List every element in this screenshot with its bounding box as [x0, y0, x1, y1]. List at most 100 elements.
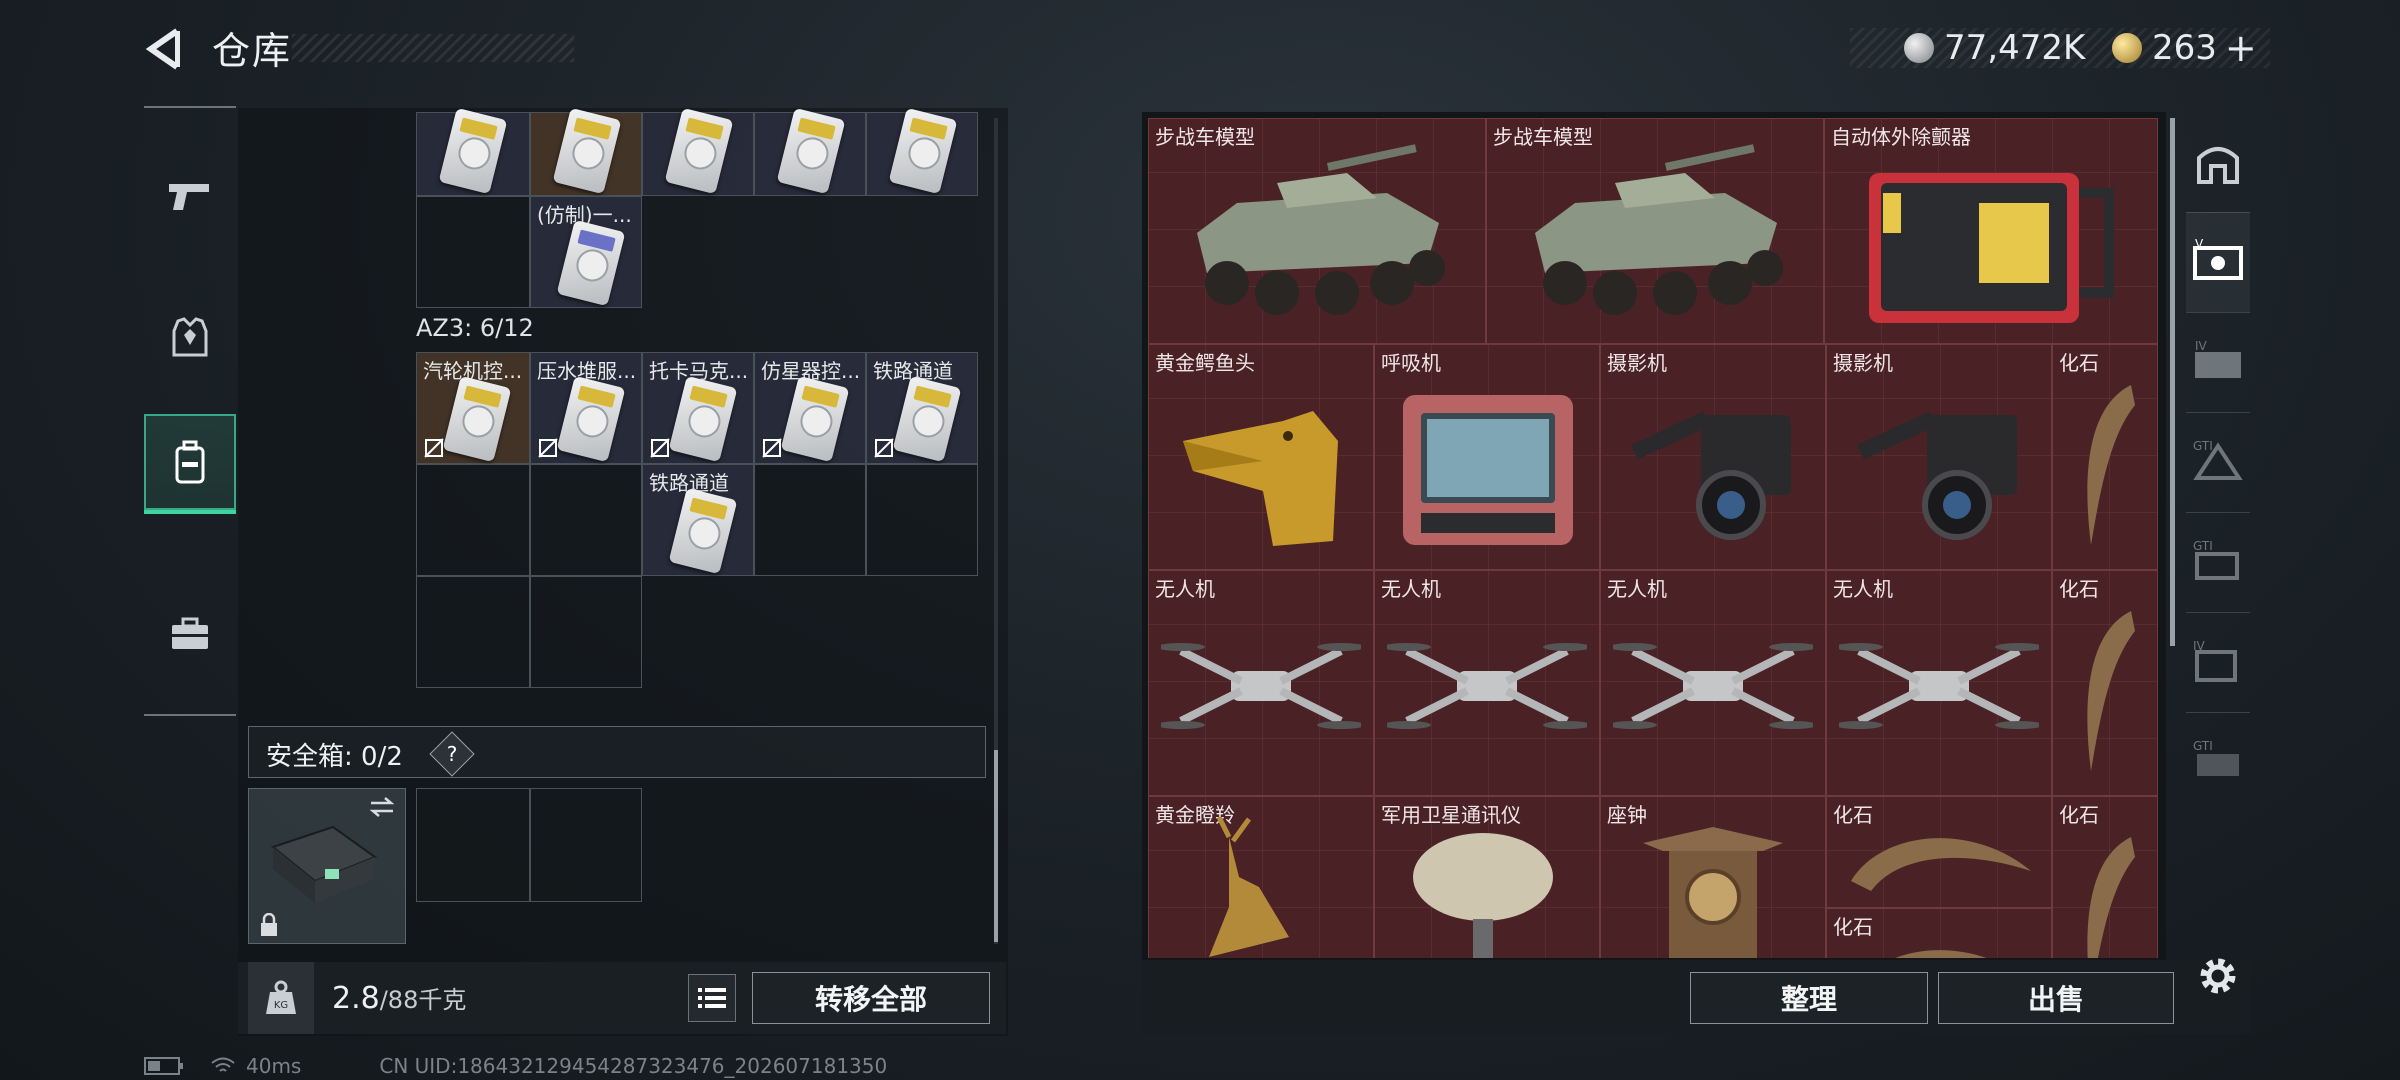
nav-backpack[interactable]	[144, 414, 236, 514]
warehouse-tab-2-icon: IV	[2195, 339, 2241, 378]
drone-icon	[1613, 643, 1813, 729]
keycard-icon	[668, 487, 738, 575]
warehouse-item[interactable]: 化石	[1826, 908, 2052, 958]
inventory-scrollbar[interactable]	[994, 118, 998, 944]
inventory-slot[interactable]	[866, 107, 978, 196]
empty-slot[interactable]	[754, 464, 866, 576]
inventory-slot[interactable]: 压水堆服...	[530, 352, 642, 464]
inventory-slot[interactable]: 仿星器控...	[754, 352, 866, 464]
weight-kg-icon: KG	[266, 980, 296, 1014]
empty-slot[interactable]	[416, 196, 530, 308]
inventory-slot[interactable]: (仿制)一...	[530, 196, 642, 308]
gold-amount: 263	[2152, 28, 2217, 68]
wifi-icon	[211, 1057, 235, 1072]
warehouse-item[interactable]: 无人机	[1374, 570, 1600, 796]
gold-currency[interactable]: 263 +	[2112, 26, 2257, 70]
nav-warehouse-4[interactable]: GTI	[2186, 512, 2250, 613]
warehouse-item[interactable]: 化石	[2052, 344, 2158, 570]
warehouse-item[interactable]: 步战车模型	[1486, 118, 1824, 344]
warehouse-item[interactable]: 化石	[2052, 796, 2158, 958]
transfer-all-button[interactable]: 转移全部	[752, 972, 990, 1024]
drone-icon	[1839, 643, 2039, 729]
list-view-button[interactable]	[688, 974, 736, 1022]
nav-armor[interactable]	[144, 290, 236, 386]
warehouse-item[interactable]: 化石	[1826, 796, 2052, 908]
inventory-slot[interactable]: 汽轮机控...	[416, 352, 530, 464]
warehouse-item[interactable]: 无人机	[1826, 570, 2052, 796]
inventory-slot[interactable]: 铁路通道	[642, 464, 754, 576]
inventory-slot[interactable]	[642, 107, 754, 196]
warehouse-item[interactable]: 自动体外除颤器	[1824, 118, 2158, 344]
camera-icon	[1857, 411, 2017, 540]
item-label: 无人机	[1155, 577, 1215, 601]
back-button[interactable]	[140, 24, 186, 74]
inventory-slot[interactable]: 铁路通道	[866, 352, 978, 464]
warehouse-grid: 步战车模型 步战车模型 自动体外除颤器 黄金鳄鱼头 呼吸机 摄影机 摄影机 化石…	[1148, 118, 2158, 958]
uid-readout: CN UID:186432129454287323476_20260718135…	[379, 1054, 888, 1078]
warehouse-tab-5-icon: IV	[2193, 639, 2237, 682]
item-label: 摄影机	[1607, 351, 1667, 375]
empty-slot[interactable]	[416, 576, 530, 688]
inventory-slot[interactable]	[530, 107, 642, 196]
warehouse-tab-4-icon: GTI	[2193, 539, 2239, 580]
warehouse-item[interactable]: 座钟	[1600, 796, 1826, 958]
left-category-nav	[144, 106, 236, 716]
keycard-icon	[438, 107, 508, 195]
add-gold-button[interactable]: +	[2225, 26, 2257, 70]
warehouse-item[interactable]: 黄金瞪羚	[1148, 796, 1374, 958]
keycard-icon	[776, 107, 846, 195]
inventory-slot[interactable]	[754, 107, 866, 196]
safe-box-case-icon	[270, 825, 378, 903]
item-label: 自动体外除颤器	[1831, 125, 1971, 149]
warehouse-item[interactable]: 呼吸机	[1374, 344, 1600, 570]
sell-button[interactable]: 出售	[1938, 972, 2174, 1024]
nav-warehouse-1[interactable]: V	[2186, 212, 2250, 313]
keycard-icon	[780, 375, 850, 463]
item-label: 无人机	[1381, 577, 1441, 601]
safe-box-slot[interactable]	[416, 788, 530, 902]
nav-weapons[interactable]	[144, 148, 236, 244]
status-bar: 40ms CN UID:186432129454287323476_202607…	[144, 1054, 887, 1078]
page-title: 仓库	[212, 29, 293, 73]
weight-value: 2.8	[332, 981, 380, 1016]
warehouse-item[interactable]: 黄金鳄鱼头	[1148, 344, 1374, 570]
organize-button[interactable]: 整理	[1690, 972, 1928, 1024]
keycard-icon	[552, 107, 622, 195]
warehouse-item[interactable]: 无人机	[1148, 570, 1374, 796]
nav-briefcase[interactable]	[144, 586, 236, 682]
nav-warehouse-6[interactable]: GTI	[2186, 712, 2250, 812]
empty-slot[interactable]	[416, 464, 530, 576]
svg-text:IV: IV	[2195, 339, 2208, 353]
warehouse-item[interactable]: 步战车模型	[1148, 118, 1486, 344]
swap-icon[interactable]	[367, 795, 397, 819]
svg-text:KG: KG	[274, 1000, 288, 1011]
nav-warehouse-5[interactable]: IV	[2186, 612, 2250, 713]
pistol-icon	[169, 184, 209, 210]
warehouse-item[interactable]: 摄影机	[1826, 344, 2052, 570]
empty-slot[interactable]	[530, 464, 642, 576]
svg-text:IV: IV	[2193, 639, 2206, 653]
nav-warehouse-2[interactable]: IV	[2186, 312, 2250, 413]
settings-button[interactable]	[2194, 952, 2242, 1000]
warehouse-item[interactable]: 化石	[2052, 570, 2158, 796]
keycard-icon	[556, 219, 626, 307]
fossil-claw-icon	[1851, 838, 2031, 891]
warehouse-item[interactable]: 摄影机	[1600, 344, 1826, 570]
warehouse-item[interactable]: 无人机	[1600, 570, 1826, 796]
warehouse-item[interactable]: 军用卫星通讯仪	[1374, 796, 1600, 958]
item-label: 黄金鳄鱼头	[1155, 351, 1255, 375]
svg-text:GTI: GTI	[2193, 739, 2213, 753]
warehouse-tab-3-icon: GTI	[2193, 439, 2243, 480]
drone-icon	[1161, 643, 1361, 729]
nav-warehouse-all[interactable]	[2186, 112, 2250, 213]
empty-slot[interactable]	[530, 576, 642, 688]
warehouse-scrollbar[interactable]	[2170, 118, 2175, 646]
safe-box-slot[interactable]	[530, 788, 642, 902]
weight-capacity: /88千克	[379, 986, 467, 1014]
inventory-slot[interactable]	[416, 107, 530, 196]
empty-slot[interactable]	[866, 464, 978, 576]
ifv-model-icon	[1535, 144, 1783, 315]
inventory-slot[interactable]: 托卡马克...	[642, 352, 754, 464]
nav-warehouse-3[interactable]: GTI	[2186, 412, 2250, 513]
safe-box-item[interactable]	[248, 788, 406, 944]
